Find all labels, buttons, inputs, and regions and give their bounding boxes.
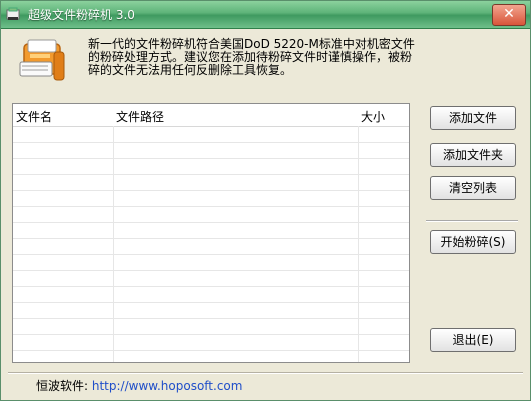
table-grid-line (13, 174, 409, 175)
button-separator (426, 220, 518, 222)
column-divider (113, 126, 114, 362)
window-icon (6, 7, 20, 20)
table-header: 文件名 文件路径 大小 (13, 104, 409, 127)
add-file-button[interactable]: 添加文件 (430, 106, 516, 130)
add-folder-button[interactable]: 添加文件夹 (430, 143, 516, 167)
table-grid-line (13, 270, 409, 271)
column-header-filename[interactable]: 文件名 (16, 108, 52, 125)
shredder-icon (19, 39, 65, 81)
column-divider (358, 126, 359, 362)
website-link[interactable]: http://www.hoposoft.com (92, 379, 243, 393)
table-grid-line (13, 334, 409, 335)
table-grid-line (13, 254, 409, 255)
footer-separator (8, 372, 523, 374)
table-grid-line (13, 238, 409, 239)
table-grid-line (13, 350, 409, 351)
app-description: 新一代的文件粉碎机符合美国DoD 5220-M标准中对机密文件的粉碎处理方式。建… (88, 37, 415, 77)
exit-button[interactable]: 退出(E) (430, 328, 516, 352)
table-grid-line (13, 222, 409, 223)
start-shred-button[interactable]: 开始粉碎(S) (430, 230, 516, 254)
app-window: 超级文件粉碎机 3.0 ✕ 新一代的文件粉碎机符合美国DoD 5220-M标准中… (0, 0, 531, 401)
table-grid-line (13, 302, 409, 303)
table-grid-line (13, 318, 409, 319)
clear-list-button[interactable]: 清空列表 (430, 176, 516, 200)
table-grid-line (13, 190, 409, 191)
table-grid-line (13, 142, 409, 143)
footer: 恒波软件: http://www.hoposoft.com (36, 377, 242, 394)
column-header-size[interactable]: 大小 (361, 108, 385, 125)
window-title: 超级文件粉碎机 3.0 (28, 8, 135, 22)
table-grid-line (13, 206, 409, 207)
table-grid-line (13, 286, 409, 287)
title-bar: 超级文件粉碎机 3.0 ✕ (0, 0, 531, 29)
column-header-path[interactable]: 文件路径 (116, 108, 164, 125)
file-list-table[interactable]: 文件名 文件路径 大小 (12, 103, 410, 363)
close-icon: ✕ (503, 6, 515, 22)
close-button[interactable]: ✕ (492, 4, 526, 26)
footer-label: 恒波软件: (36, 379, 89, 393)
table-grid-line (13, 158, 409, 159)
